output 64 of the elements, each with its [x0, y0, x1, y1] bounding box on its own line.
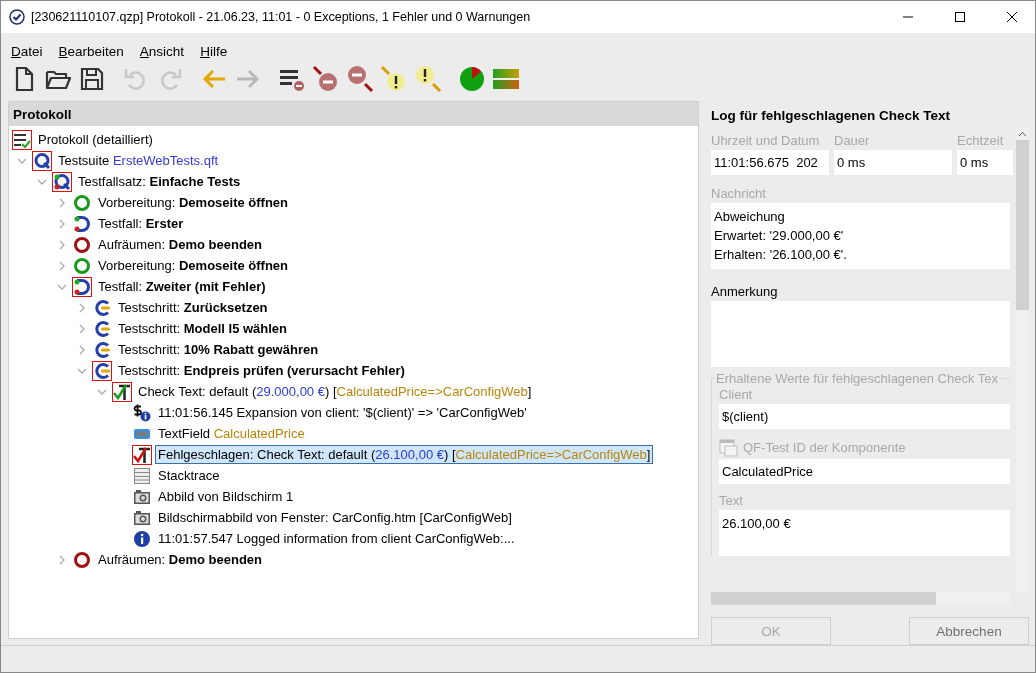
message-line: Abweichung	[714, 207, 786, 226]
tree-node-label[interactable]: Aufräumen: Demo beenden	[95, 550, 265, 569]
tree-node-label[interactable]: Vorbereitung: Demoseite öffnen	[95, 193, 292, 212]
chevron-icon[interactable]	[57, 260, 67, 271]
text-field[interactable]: $(client)	[719, 403, 1010, 429]
chevron-icon[interactable]	[77, 323, 87, 334]
close-icon[interactable]	[1007, 12, 1017, 22]
chevron-icon[interactable]	[77, 302, 87, 313]
tree-node-label[interactable]: Check Text: default (29.000,00 €) [CalculatedPrice=>CarConfigWeb]	[135, 382, 535, 401]
tree-node-label[interactable]: Vorbereitung: Demoseite öffnen	[95, 256, 292, 275]
tree-node-label[interactable]: Protokoll (detailliert)	[35, 130, 156, 149]
field-label: Echtzeit	[957, 131, 1005, 150]
tree-node-label[interactable]: Testschritt: Modell I5 wählen	[115, 319, 291, 338]
text-field[interactable]: CalculatedPrice	[719, 458, 1010, 484]
windows-icon	[719, 437, 739, 458]
tree-node-label[interactable]: Abbild von Bildschirm 1	[155, 487, 297, 506]
panel-title: Protokoll	[9, 102, 698, 126]
tree-node-label[interactable]: Stacktrace	[155, 466, 223, 485]
tree-node-label[interactable]: 11:01:57.547 Logged information from client CarConfigWeb:...	[155, 529, 518, 548]
tree-node-label[interactable]: Bildschirmabbild von Fenster: CarConfig.htm [CarConfigWeb]	[155, 508, 515, 527]
group-legend: Erhaltene Werte für fehlgeschlagenen Check Tex	[715, 370, 1000, 386]
tree-node-label[interactable]: Testschritt: 10% Rabatt gewähren	[115, 340, 322, 359]
horizontal-scrollbar[interactable]	[711, 592, 1010, 605]
menu-item[interactable]: Bearbeiten	[58, 44, 124, 59]
chevron-icon[interactable]	[77, 344, 87, 355]
field-label: Client	[719, 386, 753, 402]
message-line: Erwartet: '29.000,00 €'	[714, 226, 845, 245]
message-line: Erhalten: '26.100,00 €'.	[714, 245, 848, 264]
vertical-scrollbar[interactable]	[1016, 127, 1029, 592]
field-label: Dauer	[834, 131, 871, 150]
details-title: Log für fehlgeschlagenen Check Text	[710, 107, 952, 126]
tree-node-label[interactable]: Testschritt: Endpreis prüfen (verursacht Fehler)	[115, 361, 408, 380]
field-label: Anmerkung	[711, 282, 779, 301]
tree-node-label[interactable]: Testsuite ErsteWebTests.qft	[55, 151, 222, 170]
error-arrow-icon[interactable]	[346, 65, 374, 93]
tree-node-label[interactable]: Testfall: Erster	[95, 214, 187, 233]
text-field[interactable]: 26.100,00 €	[719, 509, 1010, 556]
tree-node-label[interactable]: TextField CalculatedPrice	[155, 424, 308, 443]
field-label: Uhrzeit und Datum	[711, 131, 821, 150]
tree-node-label[interactable]: Testfall: Zweiter (mit Fehler)	[95, 277, 269, 296]
warning-arrow-icon[interactable]	[380, 65, 408, 93]
field-label: Text	[719, 492, 743, 508]
menu-item[interactable]: Datei	[11, 44, 43, 59]
menu-item[interactable]: Ansicht	[139, 44, 185, 59]
dialog-button[interactable]: Abbrechen	[909, 617, 1029, 645]
chevron-icon[interactable]	[57, 554, 67, 565]
maximize-icon[interactable]	[955, 12, 965, 22]
save-icon[interactable]	[78, 65, 106, 93]
field-label: QF-Test ID der Komponente	[743, 438, 906, 457]
check-circle-icon	[9, 9, 25, 25]
tree-node-label[interactable]: Fehlgeschlagen: Check Text: default (26.100,00 €) [CalculatedPrice=>CarConfigWeb]	[155, 445, 654, 464]
chevron-icon[interactable]	[57, 218, 67, 229]
error-arrow-icon[interactable]	[312, 65, 340, 93]
chevron-icon[interactable]	[57, 197, 67, 208]
tree-node-label[interactable]: Testschritt: Zurücksetzen	[115, 298, 271, 317]
tree-node-label[interactable]: Testfallsatz: Einfache Tests	[75, 172, 244, 191]
tree-node-label[interactable]: Aufräumen: Demo beenden	[95, 235, 265, 254]
field-label: Nachricht	[711, 184, 767, 203]
tree-node-label[interactable]: 11:01:56.145 Expansion von client: '$(client)' => 'CarConfigWeb'	[155, 403, 530, 422]
menu-item[interactable]: Hilfe	[200, 44, 228, 59]
warning-arrow-icon[interactable]	[414, 65, 442, 93]
window-title: [230621110107.qzp] Protokoll - 21.06.23, 11:01 - 0 Exceptions, 1 Fehler und 0 Warnungen	[31, 10, 532, 24]
chevron-icon[interactable]	[57, 239, 67, 250]
pie-chart-icon[interactable]	[458, 65, 486, 93]
